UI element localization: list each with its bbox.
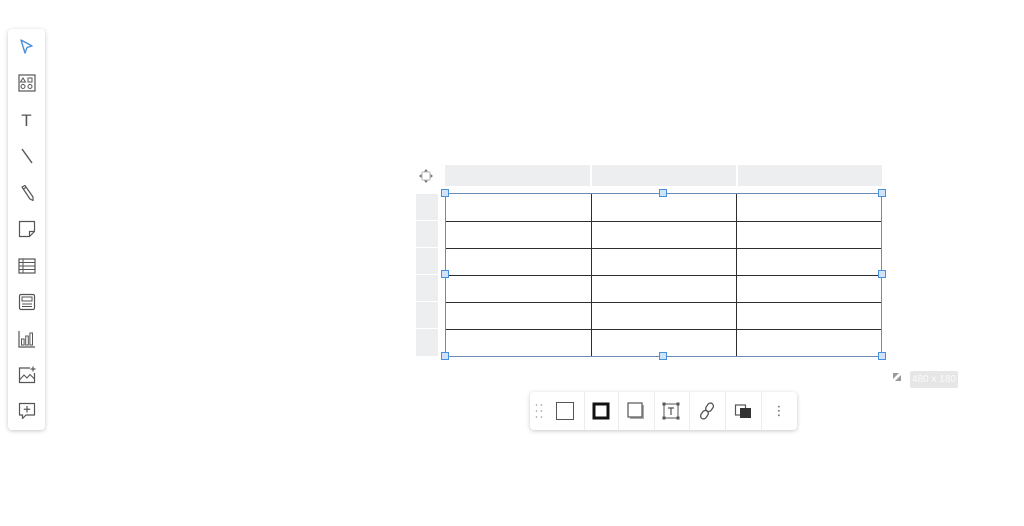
column-divider (736, 194, 737, 356)
left-toolbar: T (8, 29, 45, 430)
resize-handle-top-right[interactable] (878, 189, 886, 197)
text-frame-icon (662, 402, 680, 420)
context-toolbar: ⋮ (530, 392, 797, 430)
column-header-1[interactable] (445, 165, 590, 186)
line-tool-button[interactable] (8, 139, 45, 173)
link-icon (699, 402, 715, 420)
row-header-4[interactable] (416, 275, 438, 301)
table-grid[interactable] (445, 193, 882, 357)
drag-grip-icon[interactable] (534, 402, 544, 420)
shapes-tool-button[interactable] (8, 66, 45, 100)
image-tool-icon (18, 366, 35, 384)
card-tool-button[interactable] (8, 285, 45, 319)
row-divider (446, 302, 881, 303)
row-divider (446, 329, 881, 330)
card-tool-icon (18, 293, 35, 311)
resize-handle-bottom[interactable] (659, 352, 667, 360)
resize-handle-top-left[interactable] (441, 189, 449, 197)
resize-handle-bottom-left[interactable] (441, 352, 449, 360)
row-header-5[interactable] (416, 302, 438, 328)
table-tool-icon (17, 258, 36, 274)
resize-corner-icon[interactable] (892, 369, 902, 381)
line-tool-icon (20, 148, 33, 164)
chart-tool-button[interactable] (8, 322, 45, 356)
arrange-layers-icon (734, 404, 751, 418)
border-color-button[interactable] (584, 392, 618, 430)
more-options-icon: ⋮ (772, 403, 786, 419)
move-icon (419, 169, 433, 183)
chart-tool-icon (17, 331, 35, 348)
sticky-note-tool-button[interactable] (8, 212, 45, 246)
column-header-2[interactable] (592, 165, 736, 186)
text-tool-button[interactable]: T (8, 103, 45, 137)
sticky-note-icon (18, 220, 35, 238)
comment-tool-button[interactable] (8, 394, 45, 428)
shapes-icon (17, 74, 36, 92)
resize-handle-right[interactable] (878, 270, 886, 278)
arrange-layers-button[interactable] (726, 392, 760, 430)
row-divider (446, 275, 881, 276)
pen-tool-button[interactable] (8, 176, 45, 210)
resize-handle-top[interactable] (659, 189, 667, 197)
row-header-3[interactable] (416, 248, 438, 274)
column-divider (591, 194, 592, 356)
row-header-6[interactable] (416, 329, 438, 356)
comment-tool-icon (18, 402, 35, 420)
shadow-icon (627, 402, 644, 419)
fill-color-icon (556, 402, 574, 420)
resize-handle-bottom-right[interactable] (878, 352, 886, 360)
border-color-icon (592, 402, 610, 420)
table-move-handle[interactable] (417, 167, 435, 185)
fill-color-button[interactable] (548, 392, 582, 430)
size-badge: 480 x 180 (910, 371, 958, 388)
row-header-2[interactable] (416, 221, 438, 247)
pen-tool-icon (20, 184, 34, 202)
row-divider (446, 248, 881, 249)
row-header-1[interactable] (416, 194, 438, 220)
link-button[interactable] (690, 392, 724, 430)
shadow-button[interactable] (619, 392, 653, 430)
table-tool-button[interactable] (8, 249, 45, 283)
column-header-3[interactable] (738, 165, 882, 186)
more-options-button[interactable]: ⋮ (762, 392, 796, 430)
image-tool-button[interactable] (8, 358, 45, 392)
text-frame-button[interactable] (654, 392, 688, 430)
select-arrow-icon (19, 39, 33, 54)
select-tool-button[interactable] (8, 30, 45, 64)
resize-handle-left[interactable] (441, 270, 449, 278)
text-tool-icon: T (21, 110, 32, 130)
row-divider (446, 221, 881, 222)
